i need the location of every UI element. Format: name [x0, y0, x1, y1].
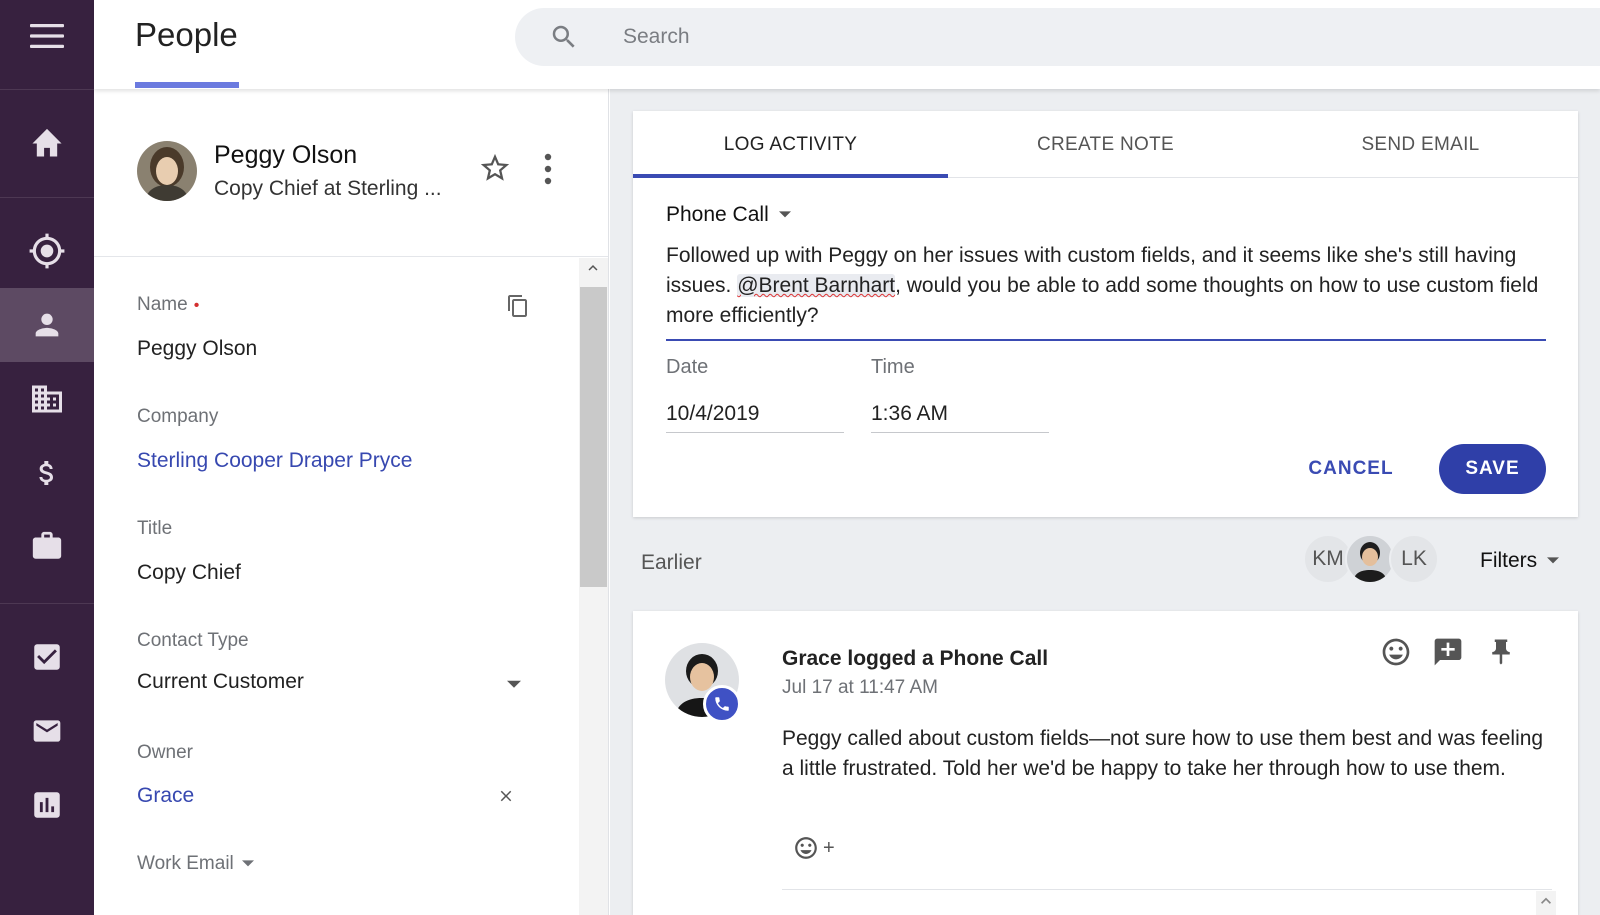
- time-input[interactable]: [871, 395, 1049, 433]
- pin-icon[interactable]: [1486, 636, 1516, 668]
- nav-item-projects[interactable]: [0, 516, 94, 576]
- chevron-up-icon[interactable]: [584, 259, 602, 277]
- close-icon[interactable]: [497, 787, 515, 805]
- filters-dropdown[interactable]: Filters: [1480, 549, 1560, 573]
- checkbox-icon: [34, 644, 60, 670]
- target-icon: [29, 233, 65, 269]
- activity-type-dropdown[interactable]: Phone Call: [666, 203, 791, 227]
- save-button[interactable]: SAVE: [1439, 444, 1546, 494]
- section-label-earlier: Earlier: [641, 551, 702, 574]
- activity-textarea[interactable]: Followed up with Peggy on her issues wit…: [666, 241, 1546, 341]
- nav-item-leads[interactable]: [0, 221, 94, 281]
- date-label: Date: [666, 356, 709, 378]
- contact-type-label: Contact Type: [137, 630, 249, 651]
- chevron-down-icon: [778, 211, 791, 218]
- contact-fields: Name • Peggy Olson Company Sterling Coope…: [94, 258, 579, 915]
- chevron-down-icon[interactable]: [507, 680, 521, 690]
- nav-item-home[interactable]: [0, 112, 94, 172]
- emoji-icon: [795, 837, 817, 859]
- owner-link[interactable]: Grace: [137, 784, 194, 808]
- nav-item-opportunities[interactable]: [0, 443, 94, 503]
- menu-button[interactable]: [0, 6, 94, 66]
- scrollbar-thumb[interactable]: [580, 287, 607, 587]
- top-bar: People: [94, 0, 1600, 89]
- nav-divider: [0, 603, 94, 604]
- home-icon: [32, 128, 62, 157]
- contact-type-select[interactable]: Current Customer: [137, 670, 304, 694]
- activity-entry-card: Grace logged a Phone Call Jul 17 at 11:4…: [633, 611, 1578, 915]
- name-field[interactable]: Peggy Olson: [137, 337, 257, 361]
- title-label: Title: [137, 518, 173, 539]
- activity-type-label: Phone Call: [666, 203, 769, 226]
- activity-timestamp: Jul 17 at 11:47 AM: [782, 677, 938, 698]
- search-icon: [552, 25, 575, 48]
- active-tab-indicator: [633, 174, 948, 178]
- page-title-underline: [135, 82, 239, 88]
- copy-icon[interactable]: [506, 294, 530, 318]
- scrollbar-track[interactable]: [1536, 891, 1556, 915]
- contact-subtitle: Copy Chief at Sterling ...: [214, 177, 442, 200]
- person-icon: [35, 313, 59, 337]
- chevron-down-icon: [1547, 557, 1560, 564]
- divider: [782, 889, 1552, 890]
- company-link[interactable]: Sterling Cooper Draper Pryce: [137, 449, 412, 473]
- name-label: Name •: [137, 294, 200, 315]
- nav-item-companies[interactable]: [0, 369, 94, 429]
- chevron-down-icon: [241, 860, 254, 867]
- company-label: Company: [137, 406, 219, 427]
- activity-title: Grace logged a Phone Call: [782, 647, 1049, 670]
- phone-badge: [703, 685, 741, 723]
- contact-name: Peggy Olson: [214, 141, 358, 169]
- compose-card: LOG ACTIVITY CREATE NOTE SEND EMAIL Phon…: [633, 111, 1578, 517]
- envelope-icon: [33, 720, 61, 742]
- chevron-up-icon: [1541, 897, 1551, 904]
- bar-chart-icon: [34, 792, 60, 818]
- dollar-icon: [39, 461, 53, 485]
- add-comment-icon[interactable]: [1432, 636, 1464, 668]
- more-vert-icon[interactable]: [542, 153, 554, 185]
- nav-item-tasks[interactable]: [0, 627, 94, 687]
- date-input[interactable]: [666, 395, 844, 433]
- cancel-button[interactable]: CANCEL: [1296, 444, 1406, 494]
- page-title: People: [135, 16, 238, 53]
- required-marker: •: [193, 297, 200, 314]
- user-avatar-photo[interactable]: [1345, 534, 1395, 584]
- hamburger-menu-icon: [30, 24, 64, 48]
- side-nav: [0, 0, 94, 915]
- nav-item-people[interactable]: [0, 288, 94, 362]
- star-icon[interactable]: [478, 151, 512, 185]
- compose-tabs: LOG ACTIVITY CREATE NOTE SEND EMAIL: [633, 111, 1578, 178]
- tab-log-activity[interactable]: LOG ACTIVITY: [633, 111, 948, 178]
- search-input[interactable]: [623, 22, 1323, 52]
- reaction-plus: +: [823, 836, 835, 859]
- add-reaction-button[interactable]: +: [793, 835, 835, 861]
- phone-icon: [715, 697, 729, 711]
- nav-divider: [0, 89, 94, 90]
- activity-body: Peggy called about custom fields—not sur…: [782, 727, 1544, 780]
- building-icon: [32, 385, 62, 413]
- mention-chip[interactable]: @Brent Barnhart: [737, 274, 896, 297]
- activity-panel: LOG ACTIVITY CREATE NOTE SEND EMAIL Phon…: [610, 89, 1600, 915]
- owner-label: Owner: [137, 742, 193, 763]
- search-bar[interactable]: [515, 8, 1600, 66]
- time-label: Time: [871, 356, 915, 378]
- user-avatar-lk[interactable]: LK: [1389, 534, 1439, 584]
- nav-item-email[interactable]: [0, 701, 94, 761]
- filters-label: Filters: [1480, 549, 1538, 572]
- emoji-icon[interactable]: [1380, 636, 1412, 668]
- nav-divider: [0, 197, 94, 198]
- contact-panel: Peggy Olson Copy Chief at Sterling ... N…: [94, 89, 609, 915]
- avatar: [137, 141, 197, 201]
- title-field[interactable]: Copy Chief: [137, 561, 241, 585]
- profile-header: Peggy Olson Copy Chief at Sterling ...: [94, 89, 608, 257]
- tab-create-note[interactable]: CREATE NOTE: [948, 111, 1263, 178]
- briefcase-icon: [32, 531, 62, 559]
- work-email-dropdown[interactable]: Work Email: [137, 853, 254, 875]
- nav-item-reports[interactable]: [0, 775, 94, 835]
- tab-send-email[interactable]: SEND EMAIL: [1263, 111, 1578, 178]
- work-email-label: Work Email: [137, 853, 234, 874]
